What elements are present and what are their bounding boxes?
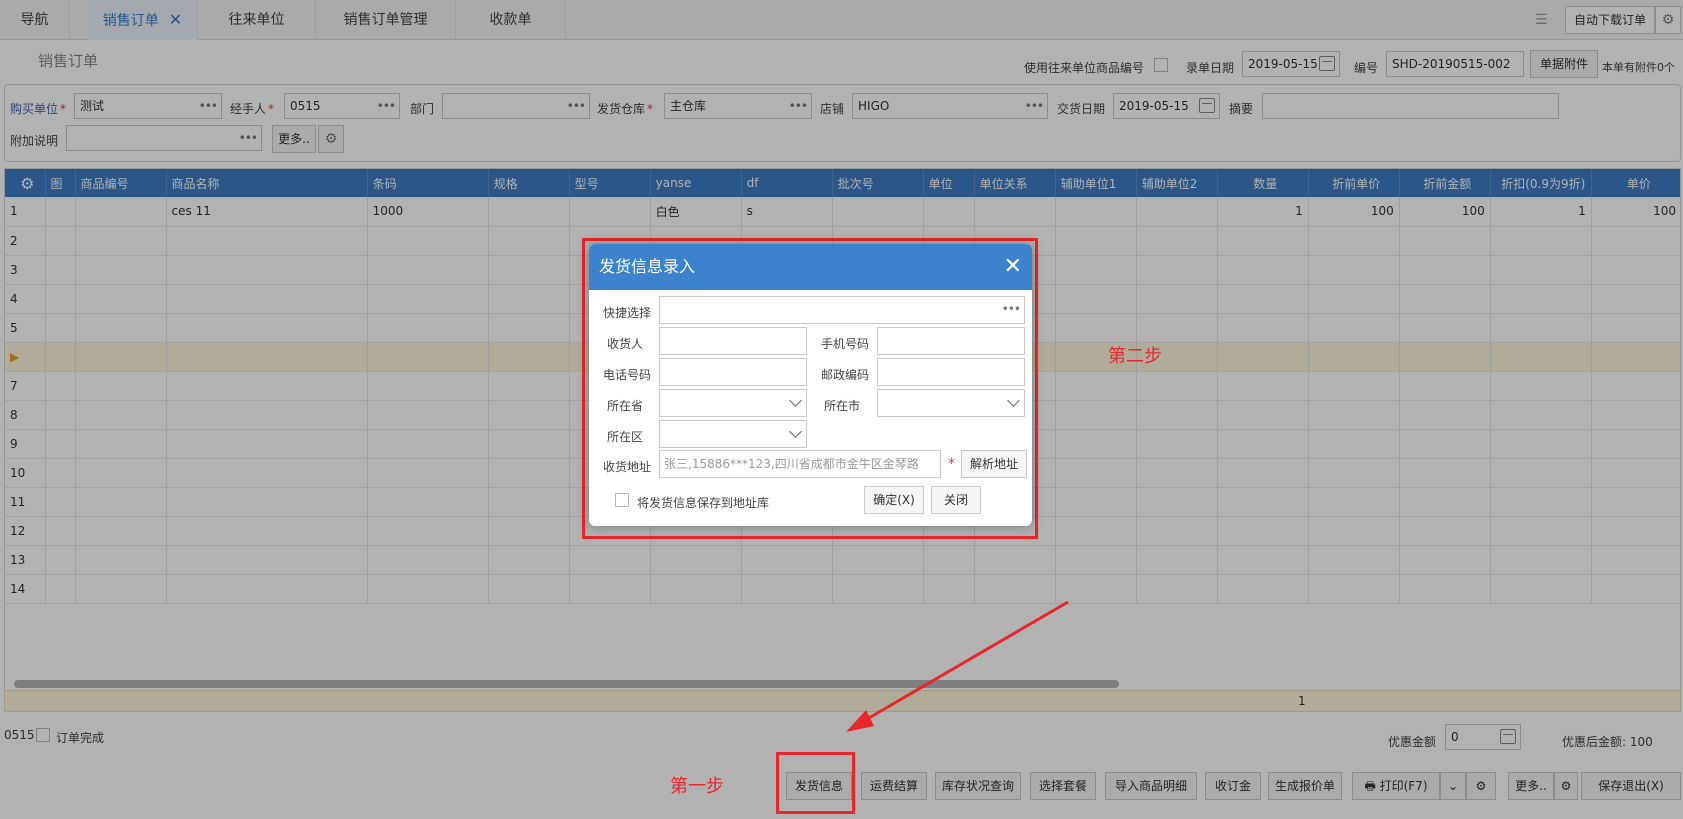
required-mark: * bbox=[948, 456, 955, 472]
city-select[interactable] bbox=[877, 389, 1025, 417]
mobile-field[interactable] bbox=[877, 327, 1025, 355]
dialog-header: 发货信息录入 ✕ bbox=[589, 244, 1032, 290]
postcode-field[interactable] bbox=[877, 358, 1025, 386]
chevron-down-icon bbox=[789, 425, 802, 438]
phone-field[interactable] bbox=[659, 358, 807, 386]
address-field[interactable]: 张三,15886***123,四川省成都市金牛区金琴路 bbox=[659, 450, 941, 478]
postcode-label: 邮政编码 bbox=[821, 368, 870, 382]
receiver-field[interactable] bbox=[659, 327, 807, 355]
province-label: 所在省 bbox=[607, 399, 644, 413]
parse-address-button[interactable]: 解析地址 bbox=[961, 450, 1027, 478]
address-label: 收货地址 bbox=[603, 460, 652, 474]
phone-label: 电话号码 bbox=[603, 368, 652, 382]
mobile-label: 手机号码 bbox=[821, 337, 870, 351]
save-to-address-book-label: 将发货信息保存到地址库 bbox=[637, 496, 770, 510]
save-to-address-book-checkbox[interactable] bbox=[615, 492, 629, 507]
dialog-title: 发货信息录入 bbox=[599, 257, 696, 276]
district-select[interactable] bbox=[659, 420, 807, 448]
district-label: 所在区 bbox=[607, 430, 644, 444]
city-label: 所在市 bbox=[824, 399, 861, 413]
chevron-down-icon bbox=[1007, 394, 1020, 407]
more-dots-icon[interactable]: ••• bbox=[1002, 297, 1021, 322]
receiver-label: 收货人 bbox=[607, 337, 644, 351]
close-button[interactable]: 关闭 bbox=[931, 486, 981, 514]
chevron-down-icon bbox=[789, 394, 802, 407]
province-select[interactable] bbox=[659, 389, 807, 417]
close-icon[interactable]: ✕ bbox=[1004, 244, 1022, 290]
shipping-info-dialog: 发货信息录入 ✕ 快捷选择 ••• 收货人 手机号码 电话号码 邮政编码 所在省… bbox=[589, 244, 1032, 526]
quick-select-label: 快捷选择 bbox=[603, 306, 652, 320]
ok-button[interactable]: 确定(X) bbox=[864, 486, 924, 514]
quick-select-field[interactable]: ••• bbox=[659, 296, 1025, 324]
